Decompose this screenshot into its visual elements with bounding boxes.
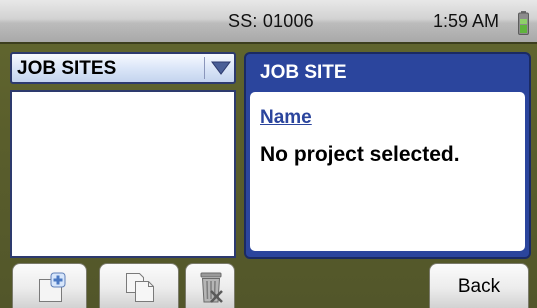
job-sites-list[interactable]	[10, 90, 236, 258]
job-sites-dropdown-label: JOB SITES	[17, 58, 117, 79]
job-site-panel: JOB SITE Name No project selected.	[244, 52, 531, 259]
add-job-site-button[interactable]	[12, 263, 87, 308]
device-screen: SS: 01006 1:59 AM JOB SITES JOB SITE Nam…	[0, 0, 537, 308]
add-document-icon	[39, 272, 66, 302]
back-button-label: Back	[457, 276, 501, 297]
status-bar: SS: 01006 1:59 AM	[0, 0, 537, 44]
copy-job-site-button[interactable]	[99, 263, 179, 308]
job-sites-dropdown[interactable]: JOB SITES	[10, 52, 236, 84]
chevron-down-icon[interactable]	[211, 61, 231, 75]
job-site-panel-title: JOB SITE	[260, 62, 347, 83]
copy-icon	[126, 273, 154, 302]
job-site-details: Name No project selected.	[250, 92, 525, 251]
clock-label: 1:59 AM	[433, 11, 500, 31]
serial-number-label: SS: 01006	[228, 11, 314, 31]
dropdown-divider	[204, 57, 205, 79]
delete-job-site-button[interactable]	[185, 263, 235, 308]
battery-icon	[518, 11, 529, 35]
back-button[interactable]: Back	[429, 263, 529, 308]
project-status-text: No project selected.	[260, 143, 460, 166]
trash-icon	[200, 272, 223, 303]
name-field-label[interactable]: Name	[260, 107, 312, 129]
